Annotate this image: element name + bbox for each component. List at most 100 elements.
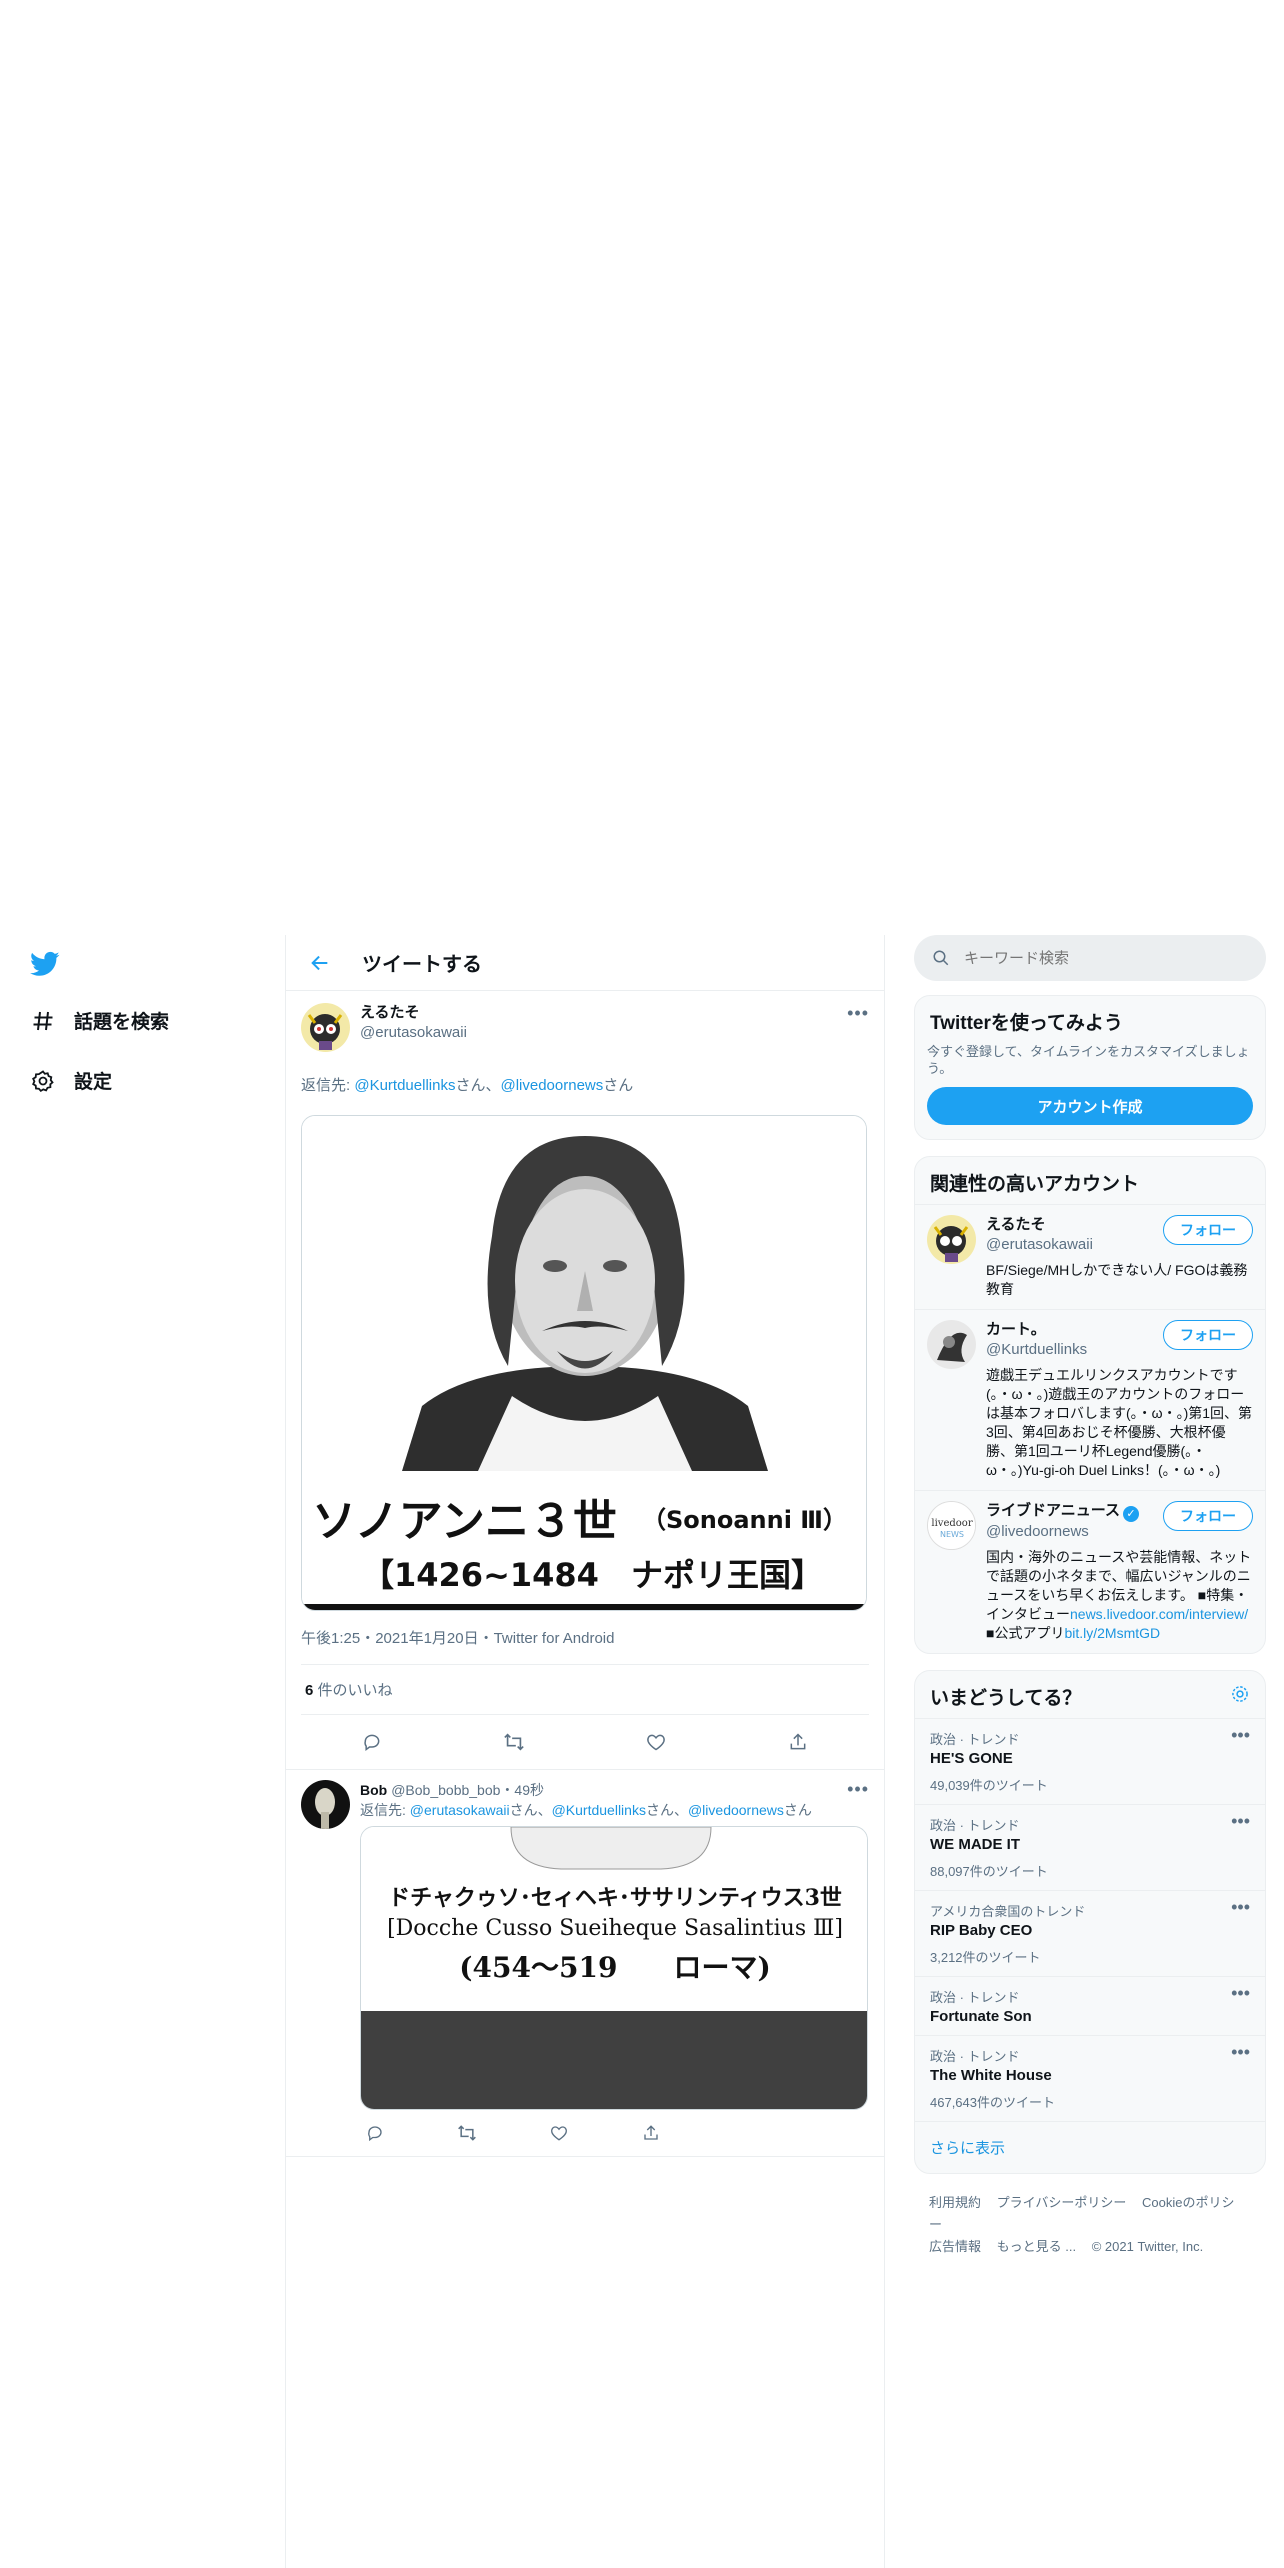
arrow-left-icon xyxy=(311,955,328,970)
share-icon[interactable] xyxy=(783,1727,813,1757)
main-tweet: えるたそ @erutasokawaii ••• 返信先: @Kurtduelli… xyxy=(286,991,884,1770)
trend-context: 政治 · トレンド xyxy=(930,1732,1020,1747)
tweet-image[interactable]: ソノアンニ３世 （Sonoanni Ⅲ） 【1426~1484 ナポリ王国】 xyxy=(301,1115,867,1611)
tweet-image[interactable]: ドチャクゥソ･セィヘキ･ササリンティウス3世 [Docche Cusso Sue… xyxy=(360,1826,868,2110)
back-button[interactable] xyxy=(296,952,344,974)
likes-count[interactable]: 6 件のいいね xyxy=(301,1665,869,1715)
like-icon[interactable] xyxy=(641,1727,671,1757)
mention-link[interactable]: @Kurtduellinks xyxy=(552,1802,646,1818)
mention-link[interactable]: @livedoornews xyxy=(688,1802,784,1818)
tweet-time[interactable]: ・49秒 xyxy=(500,1780,544,1800)
trend-name: WE MADE IT xyxy=(930,1836,1020,1853)
trend-item[interactable]: 政治 · トレンド HE'S GONE 49,039件のツイート ••• xyxy=(915,1718,1265,1804)
signup-card: Twitterを使ってみよう 今すぐ登録して、タイムラインをカスタマイズしましょ… xyxy=(914,995,1266,1140)
reply-prefix: 返信先: xyxy=(360,1802,410,1818)
trend-item[interactable]: 政治 · トレンド The White House 467,643件のツイート … xyxy=(915,2035,1265,2121)
account-item[interactable]: カート。 @Kurtduellinks フォロー 遊戯王デュエルリンクスアカウン… xyxy=(915,1309,1265,1490)
account-item[interactable]: えるたそ @erutasokawaii フォロー BF/Siege/MHしかでき… xyxy=(915,1204,1265,1309)
account-name: ライブドアニュース xyxy=(986,1502,1120,1519)
follow-button[interactable]: フォロー xyxy=(1163,1215,1253,1245)
more-options-icon[interactable]: ••• xyxy=(1231,1811,1250,1832)
trend-count: 88,097件のツイート xyxy=(930,1864,1048,1879)
avatar[interactable] xyxy=(927,1215,976,1264)
twitter-logo-icon[interactable] xyxy=(28,949,62,979)
trends-title: いまどうしてる？ xyxy=(930,1688,1082,1709)
reply-suffix: さん、 xyxy=(509,1802,552,1818)
bio-link[interactable]: news.livedoor.com/interview/ xyxy=(1070,1606,1248,1622)
retweet-icon[interactable] xyxy=(452,2118,482,2148)
footer-link[interactable]: 広告情報 xyxy=(929,2239,981,2254)
retweet-icon[interactable] xyxy=(499,1727,529,1757)
tweet-actions xyxy=(360,2110,816,2156)
image-caption: ソノアンニ３世 xyxy=(312,1496,617,1547)
more-options-icon[interactable]: ••• xyxy=(847,1003,869,1024)
tweet-actions xyxy=(301,1715,869,1769)
mention-link[interactable]: @livedoornews xyxy=(500,1077,603,1094)
trend-count: 3,212件のツイート xyxy=(930,1950,1041,1965)
more-options-icon[interactable]: ••• xyxy=(1231,1983,1250,2004)
trend-name: HE'S GONE xyxy=(930,1750,1013,1767)
nav-settings[interactable]: 設定 xyxy=(30,1067,112,1094)
reply-icon[interactable] xyxy=(360,2118,390,2148)
tweet-timestamp[interactable]: 午後1:25・2021年1月20日・Twitter for Android xyxy=(301,1611,869,1665)
search-input[interactable] xyxy=(964,949,1244,967)
settings-gear-icon[interactable] xyxy=(1230,1684,1250,1710)
follow-button[interactable]: フォロー xyxy=(1163,1320,1253,1350)
left-navigation: 話題を検索 設定 xyxy=(0,935,285,2568)
account-handle: @erutasokawaii xyxy=(986,1236,1093,1253)
trend-context: 政治 · トレンド xyxy=(930,1990,1020,2005)
more-options-icon[interactable]: ••• xyxy=(1231,1897,1250,1918)
mention-link[interactable]: @Kurtduellinks xyxy=(354,1077,455,1094)
nav-settings-label: 設定 xyxy=(74,1072,113,1093)
hashtag-icon xyxy=(30,1008,56,1034)
reply-icon[interactable] xyxy=(357,1727,387,1757)
avatar[interactable] xyxy=(301,1780,350,1829)
trend-item[interactable]: 政治 · トレンド Fortunate Son ••• xyxy=(915,1976,1265,2035)
avatar[interactable] xyxy=(927,1320,976,1369)
reply-prefix: 返信先: xyxy=(301,1077,355,1094)
trend-name: RIP Baby CEO xyxy=(930,1922,1033,1939)
create-account-button[interactable]: アカウント作成 xyxy=(927,1087,1253,1125)
follow-button[interactable]: フォロー xyxy=(1163,1501,1253,1531)
trend-count: 467,643件のツイート xyxy=(930,2095,1055,2110)
verified-badge-icon: ✓ xyxy=(1122,1506,1139,1522)
author-handle[interactable]: @Bob_bobb_bob xyxy=(391,1780,500,1800)
reply-to: 返信先: @erutasokawaiiさん、@Kurtduellinksさん、@… xyxy=(360,1800,869,1820)
bio-link[interactable]: bit.ly/2MsmtGD xyxy=(1064,1625,1160,1641)
signup-subtitle: 今すぐ登録して、タイムラインをカスタマイズしましょう。 xyxy=(927,1044,1250,1076)
related-title: 関連性の高いアカウント xyxy=(930,1174,1140,1195)
footer-link[interactable]: もっと見る ... xyxy=(997,2239,1076,2254)
more-options-icon[interactable]: ••• xyxy=(847,1780,869,1800)
image-caption: ドチャクゥソ･セィヘキ･ササリンティウス3世 xyxy=(388,1885,842,1911)
avatar[interactable] xyxy=(301,1003,350,1052)
nav-explore[interactable]: 話題を検索 xyxy=(30,1007,169,1034)
trend-item[interactable]: アメリカ合衆国のトレンド RIP Baby CEO 3,212件のツイート ••… xyxy=(915,1890,1265,1976)
search-box[interactable] xyxy=(914,935,1266,981)
author-name[interactable]: Bob xyxy=(360,1780,387,1800)
footer-link[interactable]: プライバシーポリシー xyxy=(997,2195,1127,2210)
nav-explore-label: 話題を検索 xyxy=(74,1012,170,1033)
reply-suffix: さん xyxy=(783,1802,812,1818)
author-name[interactable]: えるたそ xyxy=(360,1003,467,1023)
trend-item[interactable]: 政治 · トレンド WE MADE IT 88,097件のツイート ••• xyxy=(915,1804,1265,1890)
account-item[interactable]: livedoor NEWS ライブドアニュース ✓ @livedoornews フォ… xyxy=(915,1490,1265,1653)
right-sidebar: Twitterを使ってみよう 今すぐ登録して、タイムラインをカスタマイズしましょ… xyxy=(914,935,1266,2276)
bio-text: ■公式アプリ xyxy=(986,1625,1065,1641)
like-icon[interactable] xyxy=(544,2118,574,2148)
more-options-icon[interactable]: ••• xyxy=(1231,2042,1250,2063)
show-more-link[interactable]: さらに表示 xyxy=(915,2121,1265,2173)
footer-link[interactable]: 利用規約 xyxy=(929,2195,981,2210)
trend-context: 政治 · トレンド xyxy=(930,1818,1020,1833)
reply-suffix: さん、 xyxy=(645,1802,688,1818)
signup-title: Twitterを使ってみよう xyxy=(930,1013,1123,1034)
more-options-icon[interactable]: ••• xyxy=(1231,1725,1250,1746)
author-handle[interactable]: @erutasokawaii xyxy=(360,1023,467,1043)
avatar[interactable]: livedoor NEWS xyxy=(927,1501,976,1550)
image-caption: [Docche Cusso Sueiheque Sasalintius Ⅲ] xyxy=(387,1916,843,1941)
reply-tweet[interactable]: Bob @Bob_bobb_bob ・49秒 ••• 返信先: @erutaso… xyxy=(286,1770,884,2157)
mention-link[interactable]: @erutasokawaii xyxy=(410,1802,510,1818)
trend-context: アメリカ合衆国のトレンド xyxy=(930,1904,1086,1919)
gear-icon xyxy=(30,1068,56,1094)
account-bio: 遊戯王デュエルリンクスアカウントです(。・ω・。)遊戯王のアカウントのフォローは… xyxy=(986,1367,1253,1478)
share-icon[interactable] xyxy=(636,2118,666,2148)
